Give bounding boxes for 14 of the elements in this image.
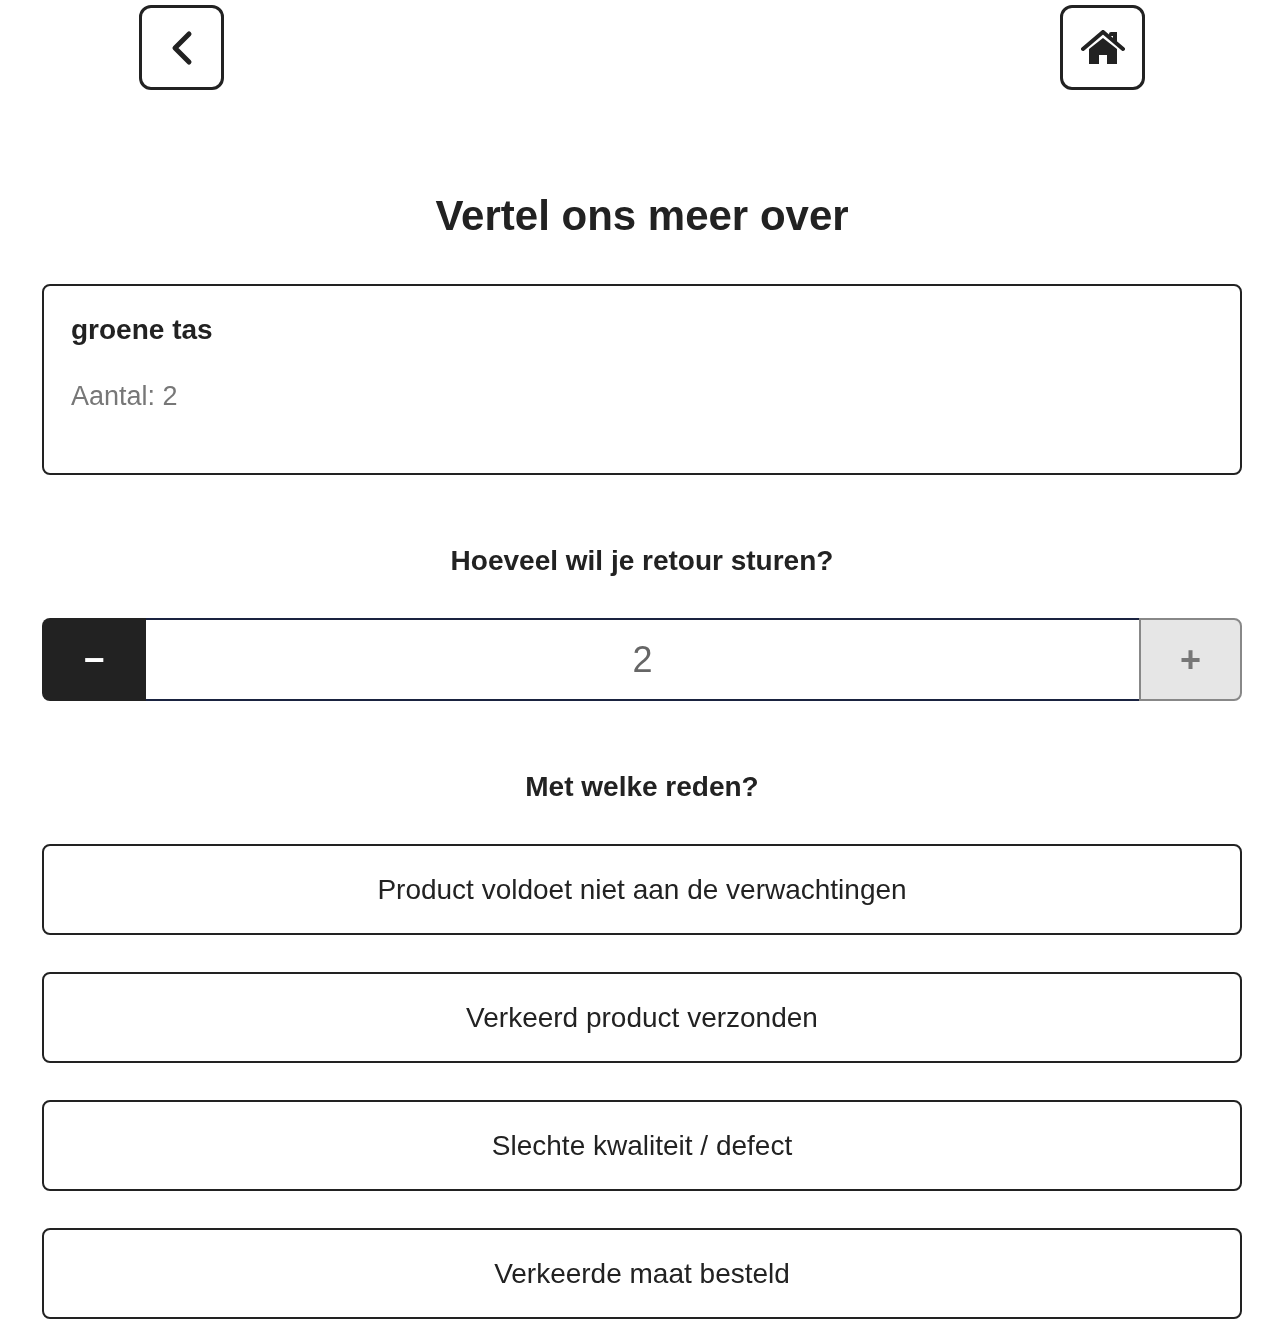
reason-option[interactable]: Slechte kwaliteit / defect	[42, 1100, 1242, 1191]
back-button[interactable]	[139, 5, 224, 90]
reason-option[interactable]: Verkeerde maat besteld	[42, 1228, 1242, 1319]
page-title: Vertel ons meer over	[434, 191, 850, 241]
reason-option[interactable]: Verkeerd product verzonden	[42, 972, 1242, 1063]
home-icon	[1080, 29, 1125, 66]
product-name: groene tas	[71, 313, 214, 347]
quantity-question: Hoeveel wil je retour sturen?	[449, 544, 835, 578]
decrease-button[interactable]: −	[42, 618, 146, 701]
reason-option[interactable]: Product voldoet niet aan de verwachtingen	[42, 844, 1242, 935]
quantity-field[interactable]: 2	[146, 618, 1139, 701]
reason-question: Met welke reden?	[524, 770, 760, 804]
product-quantity: Aantal: 2	[71, 380, 179, 413]
home-button[interactable]	[1060, 5, 1145, 90]
